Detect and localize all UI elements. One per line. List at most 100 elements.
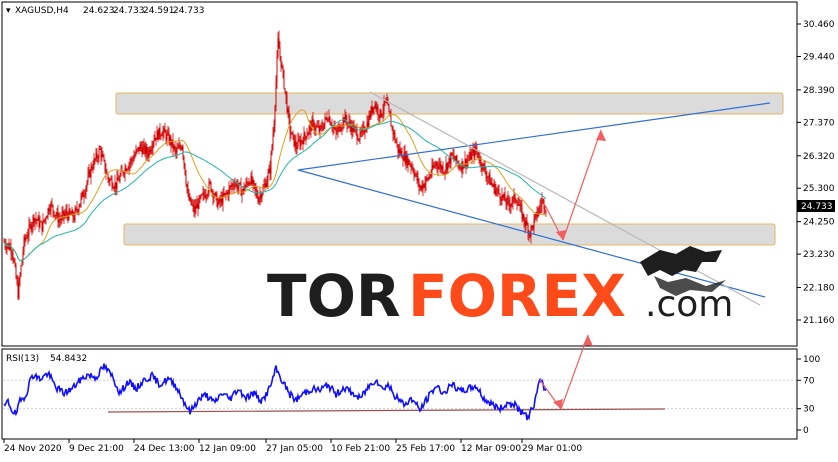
candle-body [533,218,535,229]
candle-body [330,124,332,126]
candle-body [56,212,58,216]
candle-body [510,204,512,207]
candle-body [489,174,491,185]
candle [27,228,29,245]
candle-body [443,172,445,174]
ohlc-low: 24.591 [143,6,175,16]
candle [43,219,45,224]
candle-body [44,218,46,221]
rsi-tick-label: 0 [803,426,809,436]
candle [178,137,180,149]
candle [168,127,170,146]
time-tick-label: 29 Mar 01:00 [522,444,582,454]
candle [35,211,37,225]
candle [528,229,530,242]
candle [421,180,423,193]
candle [325,116,327,121]
candle [220,191,222,208]
candle [503,192,505,201]
candle [102,150,104,158]
candle-body [411,166,413,168]
candle-body [539,206,541,208]
symbol-title: XAGUSD,H4 [15,6,69,16]
candle-body [52,205,54,212]
candle [373,106,375,116]
candle [124,163,126,182]
candle [110,175,112,181]
candle-body [279,48,281,57]
candle-body [164,128,166,133]
candle [164,122,166,133]
candle-body [473,149,475,157]
candle-body [507,197,509,201]
candle [545,209,547,217]
candle [126,168,128,174]
candle [434,161,436,169]
candle-body [336,132,338,134]
candle-body [291,132,293,135]
candle [447,161,449,174]
candle [345,111,347,126]
candle [289,113,291,142]
candle [524,217,526,234]
candle [105,163,107,180]
candle-body [524,222,526,226]
candle [283,69,285,90]
candle [261,193,263,203]
candle-body [522,214,524,219]
candle-body [420,185,422,189]
candle [504,186,506,202]
candle [28,217,30,242]
candle [433,161,435,169]
candle [140,140,142,153]
candle-body [259,194,261,198]
candle [346,115,348,133]
candle-body [45,218,47,220]
candle [324,112,326,129]
candle-body [486,176,488,178]
candle-body [229,186,231,188]
candle-body [531,225,533,227]
candle-body [33,216,35,223]
candle [194,198,196,218]
candle-body [491,182,493,186]
rsi-title: RSI(13) [6,354,39,364]
candle-body [326,118,328,121]
candle-body [467,159,469,161]
candle-body [53,211,55,216]
candle-body [427,178,429,180]
candle [257,190,259,204]
candle [30,221,32,233]
candle-body [129,162,131,165]
candle [543,198,545,216]
candle-body [410,164,412,168]
candle [516,199,518,211]
candle [47,207,49,220]
candle [14,258,16,268]
candle [407,155,409,173]
candle [165,130,167,144]
candle-body [203,192,205,195]
candle [38,211,40,233]
candle-body [13,259,15,262]
candle-body [532,225,534,229]
candle-body [299,140,301,147]
candle-body [100,148,102,158]
candle [468,151,470,161]
candle-body [133,156,135,161]
candle [119,172,121,184]
candle-body [400,151,402,154]
candle-body [483,163,485,167]
candle-body [416,173,418,181]
candle [163,125,165,139]
candle [329,115,331,126]
candle [247,181,249,188]
candle-body [399,149,401,154]
candle-body [69,209,71,214]
candle-body [281,66,283,68]
candle-body [380,109,382,117]
candle-body [329,117,331,125]
candle [282,64,284,79]
candle-body [508,200,510,204]
candle [501,187,503,206]
